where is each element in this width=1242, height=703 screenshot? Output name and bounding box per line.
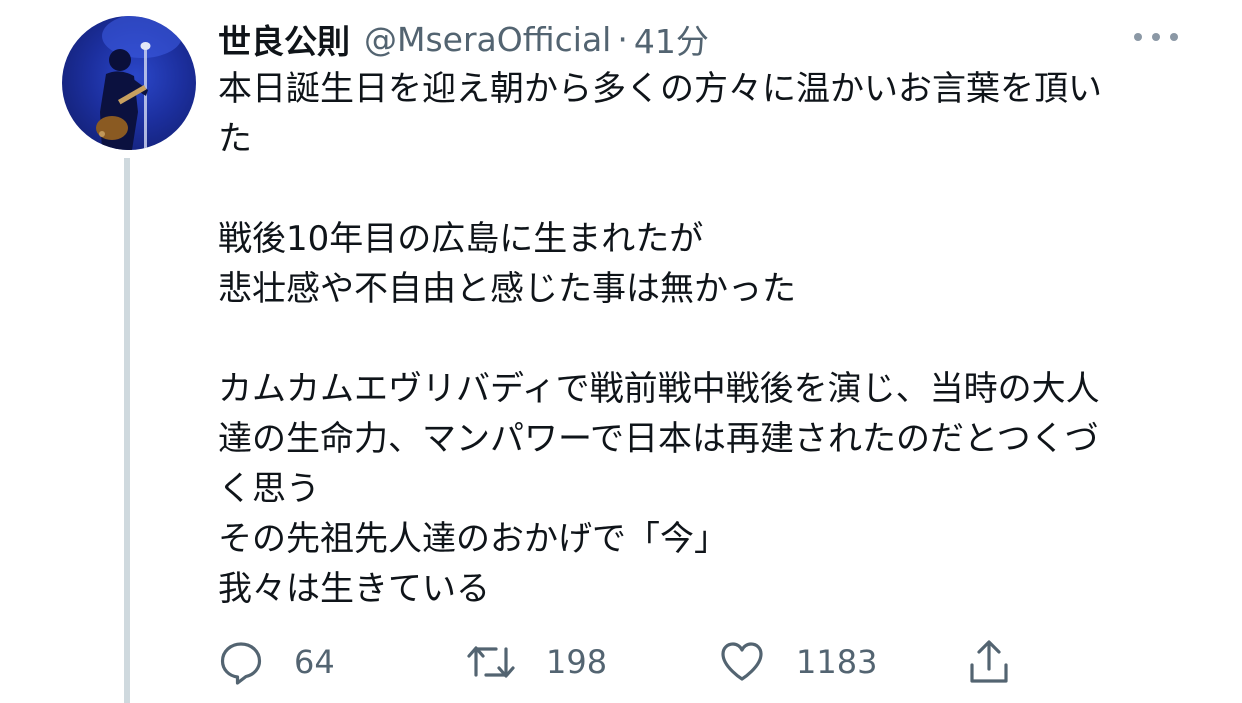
more-dot xyxy=(1170,33,1178,41)
separator-dot: · xyxy=(617,19,628,59)
tweet-paragraph: カムカムエヴリバディで戦前戦中戦後を演じ、当時の大人 達の生命力、マンパワーで日… xyxy=(218,364,1178,614)
reply-icon xyxy=(220,642,262,685)
avatar-image xyxy=(96,16,182,150)
tweet-line: カムカムエヴリバディで戦前戦中戦後を演じ、当時の大人 xyxy=(218,369,1100,409)
tweet-line: 戦後10年目の広島に生まれたが xyxy=(218,219,704,259)
like-count: 1183 xyxy=(796,643,878,681)
tweet-paragraph: 本日誕生日を迎え朝から多くの方々に温かいお言葉を頂い た xyxy=(218,64,1178,164)
retweet-button[interactable]: 198 xyxy=(466,639,607,685)
reply-button[interactable]: 64 xyxy=(218,639,335,685)
more-dot xyxy=(1134,33,1142,41)
retweet-count: 198 xyxy=(546,643,608,681)
more-icon[interactable] xyxy=(1134,24,1178,50)
tweet-actions: 64 198 1183 xyxy=(218,636,1038,688)
tweet-line: 我々は生きている xyxy=(218,569,490,609)
thread-line xyxy=(124,158,130,703)
tweet-line: く思う xyxy=(218,469,320,509)
tweet-paragraph: 戦後10年目の広島に生まれたが 悲壮感や不自由と感じた事は無かった xyxy=(218,214,1178,314)
avatar[interactable] xyxy=(62,16,196,150)
tweet-line: その先祖先人達のおかげで「今」 xyxy=(218,519,728,559)
timestamp[interactable]: 41分 xyxy=(634,15,709,63)
tweet-line: た xyxy=(218,119,252,159)
display-name[interactable]: 世良公則 xyxy=(218,15,350,63)
tweet: 世良公則 @MseraOfficial · 41分 本日誕生日を迎え朝から多くの… xyxy=(0,0,1242,703)
heart-icon xyxy=(721,642,763,681)
tweet-line: 悲壮感や不自由と感じた事は無かった xyxy=(218,269,796,309)
reply-count: 64 xyxy=(294,643,335,681)
more-dot xyxy=(1152,33,1160,41)
share-button[interactable] xyxy=(966,639,1012,685)
tweet-header: 世良公則 @MseraOfficial · 41分 xyxy=(218,14,709,64)
retweet-icon xyxy=(467,646,515,678)
tweet-line: 達の生命力、マンパワーで日本は再建されたのだとつくづ xyxy=(218,419,1099,459)
like-button[interactable]: 1183 xyxy=(718,639,877,685)
user-handle[interactable]: @MseraOfficial xyxy=(364,20,611,59)
tweet-text: 本日誕生日を迎え朝から多くの方々に温かいお言葉を頂い た 戦後10年目の広島に生… xyxy=(218,64,1178,614)
tweet-line: 本日誕生日を迎え朝から多くの方々に温かいお言葉を頂い xyxy=(218,69,1102,109)
share-icon xyxy=(970,640,1008,683)
